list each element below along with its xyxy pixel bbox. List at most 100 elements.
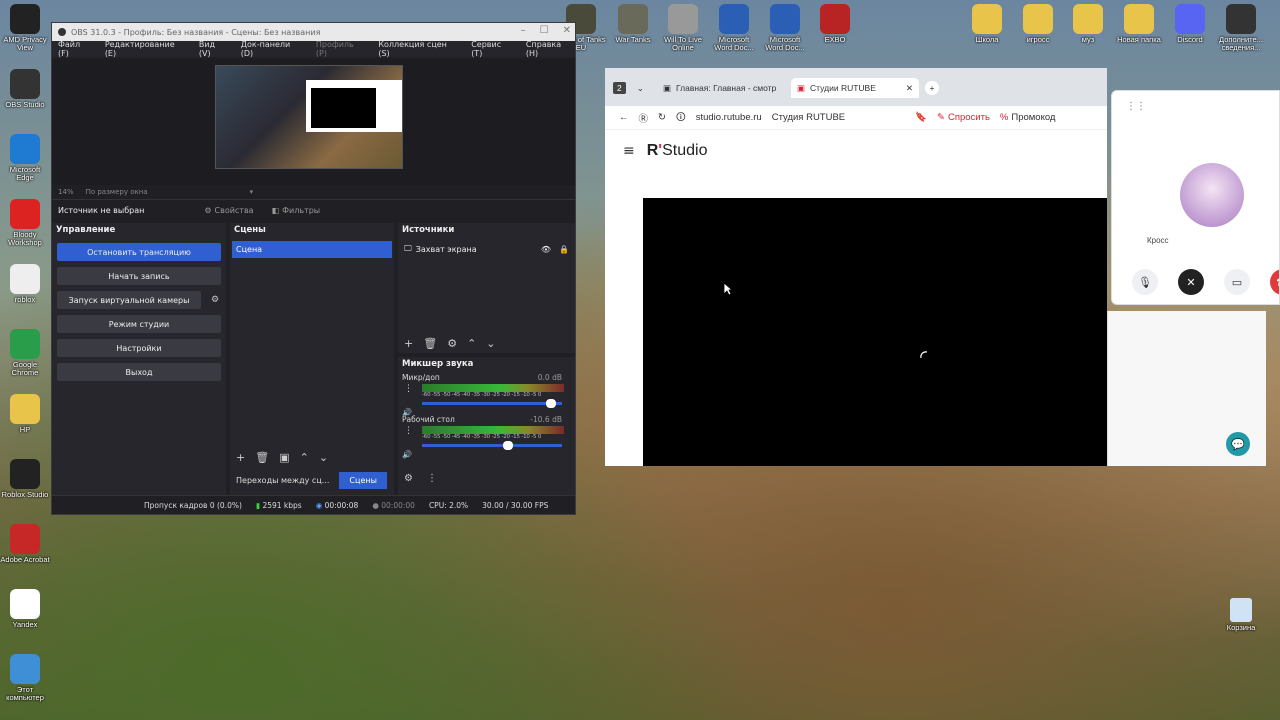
volume-slider[interactable] <box>422 399 562 408</box>
menu-item[interactable]: Коллекция сцен (S) <box>378 40 459 58</box>
close-icon[interactable]: ✕ <box>906 83 913 94</box>
desktop-icon[interactable]: Microsoft Edge <box>0 134 50 183</box>
volume-slider[interactable] <box>422 441 562 450</box>
menu-item[interactable]: Редактирование (E) <box>105 40 187 58</box>
properties-button[interactable]: ⚙ Свойства <box>204 206 253 215</box>
desktop-icon[interactable]: муз <box>1063 4 1113 44</box>
hangup-button[interactable]: ☎ <box>1270 269 1279 295</box>
add-source-icon[interactable]: + <box>404 337 413 350</box>
chevron-down-icon[interactable]: ▾ <box>250 188 254 196</box>
scene-list-item[interactable]: Сцена <box>232 241 392 258</box>
trash-icon[interactable]: 🗑 <box>255 451 269 464</box>
more-vert-icon[interactable]: ⋮ <box>404 384 413 394</box>
desktop-icon[interactable]: EXBO <box>810 4 860 44</box>
gear-icon[interactable]: ⚙ <box>447 337 457 350</box>
browser-window[interactable]: 2 ⌄ ▣ Главная: Главная - смотр ▣ Студии … <box>605 68 1107 466</box>
desktop-icon[interactable]: Дополните... сведения... <box>1216 4 1266 53</box>
tab-rutube-studio[interactable]: ▣ Студии RUTUBE ✕ <box>791 78 919 98</box>
filters-button[interactable]: ◧ Фильтры <box>272 206 321 215</box>
speaker-icon[interactable]: 🔊 <box>402 408 412 417</box>
desktop-icon[interactable]: Discord <box>1165 4 1215 44</box>
tab-transitions[interactable]: Переходы между сц... <box>230 476 335 485</box>
desktop-icon[interactable]: Microsoft Word Doc... <box>760 4 810 53</box>
obs-window[interactable]: OBS 31.0.3 - Профиль: Без названия - Сце… <box>51 22 576 515</box>
desktop-icon[interactable]: Yandex <box>0 589 50 629</box>
desktop-icon[interactable]: HP <box>0 394 50 434</box>
yandex-icon[interactable]: Ⓡ <box>639 111 649 125</box>
more-vert-icon[interactable]: ⋮ <box>404 426 413 436</box>
desktop-icon[interactable]: War Tanks <box>608 4 658 44</box>
eye-icon[interactable]: 👁 <box>541 245 551 254</box>
url-text[interactable]: studio.rutube.ru <box>696 112 762 123</box>
chevron-up-icon[interactable]: ⌃ <box>300 451 309 464</box>
scenes-dock-title: Сцены <box>234 225 266 235</box>
obs-titlebar[interactable]: OBS 31.0.3 - Профиль: Без названия - Сце… <box>52 23 575 41</box>
trash-icon[interactable]: 🗑 <box>423 337 437 350</box>
ask-button[interactable]: ✎ Спросить <box>937 112 990 123</box>
obs-preview-canvas[interactable] <box>215 65 403 169</box>
menu-item[interactable]: Профиль (P) <box>316 40 366 58</box>
support-chat-button[interactable]: 💬 <box>1226 432 1250 456</box>
desktop-icon[interactable]: Will To Live Online <box>658 4 708 53</box>
slider-knob[interactable] <box>545 399 556 408</box>
desktop-icon[interactable]: Школа <box>962 4 1012 44</box>
menu-item[interactable]: Док-панели (D) <box>241 40 304 58</box>
tab-rutube-home[interactable]: ▣ Главная: Главная - смотр <box>663 78 776 98</box>
virtual-camera-settings-icon[interactable]: ⚙ <box>211 295 219 305</box>
chevron-down-icon[interactable]: ⌄ <box>637 83 644 94</box>
hamburger-menu-icon[interactable]: ≡ <box>623 143 635 159</box>
menu-item[interactable]: Файл (F) <box>58 40 93 58</box>
desktop-icon-recycle-bin[interactable]: Корзина <box>1216 598 1266 632</box>
desktop-icon[interactable]: Новая папка <box>1114 4 1164 44</box>
desktop-icon[interactable]: Microsoft Word Doc... <box>709 4 759 53</box>
desktop-icon[interactable]: Adobe Acrobat <box>0 524 50 564</box>
bookmark-icon[interactable]: 🔖 <box>915 112 927 123</box>
desktop-icon[interactable]: Bloody Workshop <box>0 199 50 248</box>
lock-icon[interactable]: 🔒 <box>559 245 569 254</box>
drag-handle-icon[interactable]: ⋮⋮ <box>1126 101 1146 112</box>
source-list-item[interactable]: 🖵 Захват экрана 👁 🔒 <box>398 241 575 257</box>
zoom-mode-select[interactable]: По размеру окна <box>86 188 148 196</box>
more-vert-icon[interactable]: ⋮ <box>427 473 437 484</box>
chevron-up-icon[interactable]: ⌃ <box>467 337 476 350</box>
control-button[interactable]: Выход <box>57 363 221 381</box>
back-icon[interactable]: ← <box>619 112 629 123</box>
chevron-down-icon[interactable]: ⌄ <box>486 337 495 350</box>
control-button[interactable]: Настройки <box>57 339 221 357</box>
video-call-widget[interactable]: ⋮⋮ Кросс 🎙 ✕ ▭ ☎ <box>1111 90 1280 305</box>
menu-item[interactable]: Справка (H) <box>526 40 575 58</box>
audio-settings-icon[interactable]: ⚙ <box>404 473 413 484</box>
desktop-icon[interactable]: Roblox Studio <box>0 459 50 499</box>
slider-knob[interactable] <box>502 441 513 450</box>
control-button[interactable]: Начать запись <box>57 267 221 285</box>
control-button[interactable]: Остановить трансляцию <box>57 243 221 261</box>
desktop-icon[interactable]: roblox <box>0 264 50 304</box>
menu-item[interactable]: Вид (V) <box>199 40 229 58</box>
desktop-icon[interactable]: AMD Privacy View <box>0 4 50 53</box>
tab-count-badge[interactable]: 2 ⌄ <box>613 78 644 98</box>
menu-item[interactable]: Сервис (T) <box>471 40 514 58</box>
desktop-icon[interactable]: Этот компьютер <box>0 654 50 703</box>
scene-filter-icon[interactable]: ▣ <box>279 451 289 464</box>
desktop-icon[interactable]: OBS Studio <box>0 69 50 109</box>
new-tab-button[interactable]: + <box>925 78 939 98</box>
speaker-icon[interactable]: 🔊 <box>402 450 412 459</box>
close-icon[interactable]: ✕ <box>563 25 571 36</box>
control-button[interactable]: Режим студии <box>57 315 221 333</box>
video-player[interactable] <box>643 198 1107 466</box>
studio-logo[interactable]: R'Studio <box>647 142 708 160</box>
add-scene-icon[interactable]: + <box>236 451 245 464</box>
tab-scenes[interactable]: Сцены <box>339 471 387 489</box>
camera-off-button[interactable]: ✕ <box>1178 269 1204 295</box>
minimize-icon[interactable]: – <box>521 25 526 36</box>
desktop-icon[interactable]: игросс <box>1013 4 1063 44</box>
mic-button[interactable]: 🎙 <box>1132 269 1158 295</box>
obs-preview-area[interactable] <box>52 59 575 185</box>
promo-button[interactable]: % Промокод <box>1000 112 1056 123</box>
desktop-icon[interactable]: Google Chrome <box>0 329 50 378</box>
maximize-icon[interactable]: ☐ <box>540 25 549 36</box>
screen-share-button[interactable]: ▭ <box>1224 269 1250 295</box>
chevron-down-icon[interactable]: ⌄ <box>319 451 328 464</box>
reload-icon[interactable]: ↻ <box>658 112 666 123</box>
control-button[interactable]: Запуск виртуальной камеры <box>57 291 201 309</box>
